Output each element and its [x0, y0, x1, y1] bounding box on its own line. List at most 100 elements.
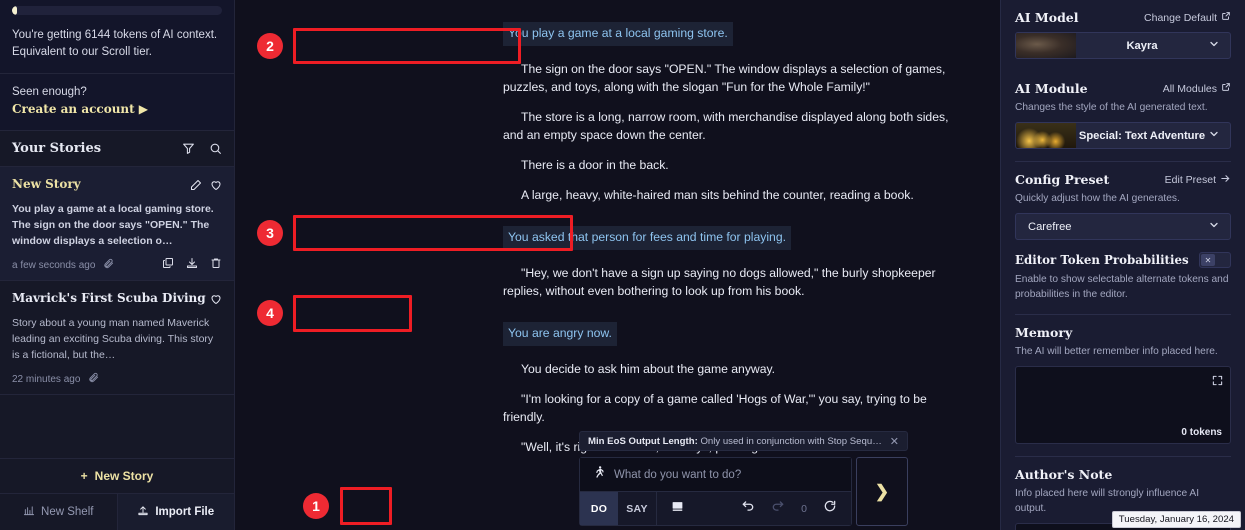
token-probs-desc: Enable to show selectable alternate toke… — [1015, 274, 1229, 300]
config-preset-select[interactable]: Carefree — [1015, 213, 1231, 240]
editor-toolbar: DO SAY 0 — [580, 491, 851, 525]
story-title: Mavrick's First Scuba Diving — [12, 291, 206, 305]
edit-preset-link[interactable]: Edit Preset — [1165, 173, 1231, 187]
memory-desc: The AI will better remember info placed … — [1015, 346, 1218, 357]
create-account-link[interactable]: Create an account ▶ — [12, 102, 222, 116]
seen-enough-box: Seen enough? Create an account ▶ — [0, 74, 234, 131]
story-input[interactable]: What do you want to do? — [614, 469, 741, 481]
heart-icon[interactable] — [210, 178, 222, 196]
context-progress-bar — [12, 6, 222, 15]
context-progress-fill — [12, 6, 18, 15]
date-tooltip: Tuesday, January 16, 2024 — [1111, 511, 1241, 528]
story-paragraph: You decide to ask him about the game any… — [521, 362, 776, 376]
do-mode-button[interactable]: DO — [580, 492, 618, 525]
story-title: New Story — [12, 177, 81, 191]
heart-icon[interactable] — [210, 292, 222, 310]
import-file-button[interactable]: Import File — [116, 494, 234, 530]
new-shelf-label: New Shelf — [41, 506, 94, 518]
retry-count: 0 — [801, 502, 807, 515]
ai-module-title: AI Module — [1015, 81, 1088, 96]
play-arrow-icon: ▶ — [138, 102, 148, 116]
edit-preset-label: Edit Preset — [1164, 173, 1216, 186]
ai-model-title: AI Model — [1015, 10, 1079, 25]
token-probs-toggle[interactable]: ✕ — [1199, 252, 1231, 268]
paperclip-icon[interactable] — [88, 370, 99, 388]
command-block-3[interactable]: You are angry now. — [503, 322, 956, 346]
story-timestamp: 22 minutes ago — [12, 373, 81, 385]
paperclip-icon[interactable] — [103, 256, 114, 274]
tooltip-body: Only used in conjunction with Stop Seque… — [700, 435, 881, 447]
story-snippet: You play a game at a local gaming store.… — [12, 203, 214, 247]
plus-icon: + — [80, 469, 88, 483]
story-paragraph: "Hey, we don't have a sign up saying no … — [503, 266, 936, 298]
new-shelf-button[interactable]: New Shelf — [0, 494, 117, 530]
tooltip-text: Min EoS Output Length: Only used in conj… — [588, 436, 882, 447]
book-icon[interactable] — [671, 500, 684, 518]
filter-icon[interactable] — [182, 142, 195, 155]
model-thumbnail — [1016, 33, 1076, 58]
annotation-box-1 — [340, 487, 392, 525]
duplicate-icon[interactable] — [162, 256, 174, 274]
send-button[interactable]: ❯ — [856, 457, 908, 526]
config-preset-desc: Quickly adjust how the AI generates. — [1015, 193, 1180, 204]
input-column: What do you want to do? DO SAY 0 — [579, 457, 852, 526]
download-icon[interactable] — [186, 256, 198, 274]
ai-model-value: Kayra — [1126, 39, 1158, 52]
chevron-down-icon — [1208, 37, 1230, 55]
redo-icon[interactable] — [771, 499, 785, 518]
story-paragraph: There is a door in the back. — [521, 158, 669, 172]
all-modules-label: All Modules — [1162, 82, 1217, 95]
change-default-label: Change Default — [1144, 11, 1217, 24]
tooltip-bar: Min EoS Output Length: Only used in conj… — [579, 431, 908, 451]
left-sidebar: You're getting 6144 tokens of AI context… — [0, 0, 235, 530]
config-preset-value: Carefree — [1028, 220, 1072, 233]
story-paragraph: The sign on the door says "OPEN." The wi… — [503, 62, 946, 94]
config-preset-section: Config Preset Edit Preset Quickly adjust… — [1015, 162, 1231, 315]
module-thumbnail — [1016, 123, 1076, 148]
ai-model-select[interactable]: Kayra — [1015, 32, 1231, 59]
arrow-right-icon — [1220, 173, 1231, 187]
trial-status-box: You're getting 6144 tokens of AI context… — [0, 0, 234, 74]
your-stories-header: Your Stories — [0, 131, 234, 167]
external-link-icon — [1221, 82, 1231, 95]
trash-icon[interactable] — [210, 256, 222, 274]
memory-token-count: 0 tokens — [1181, 427, 1222, 438]
story-timestamp: a few seconds ago — [12, 259, 96, 271]
trial-text: You're getting 6144 tokens of AI context… — [12, 27, 222, 61]
chevron-down-icon — [1208, 218, 1230, 236]
ai-module-section: AI Module All Modules Changes the style … — [1015, 71, 1231, 162]
story-input-row[interactable]: What do you want to do? — [580, 458, 851, 491]
undo-icon[interactable] — [741, 499, 755, 518]
list-item[interactable]: Mavrick's First Scuba Diving Story about… — [0, 281, 234, 395]
list-item[interactable]: New Story You play a game at a local gam… — [0, 167, 234, 281]
story-paragraph: "I'm looking for a copy of a game called… — [503, 392, 927, 424]
expand-icon[interactable] — [1212, 373, 1223, 391]
external-link-icon — [1221, 11, 1231, 24]
say-mode-button[interactable]: SAY — [618, 492, 656, 525]
all-modules-link[interactable]: All Modules — [1163, 82, 1231, 95]
your-stories-title: Your Stories — [12, 141, 102, 156]
change-default-link[interactable]: Change Default — [1144, 11, 1231, 24]
new-story-button[interactable]: + New Story — [0, 458, 234, 494]
ai-model-section: AI Model Change Default Kayra — [1015, 0, 1231, 71]
trial-line-1: You're getting 6144 tokens of AI context… — [12, 29, 218, 41]
memory-title: Memory — [1015, 325, 1073, 340]
command-block-2[interactable]: You asked that person for fees and time … — [503, 226, 956, 250]
search-icon[interactable] — [209, 142, 222, 155]
story-paragraph: The store is a long, narrow room, with m… — [503, 110, 949, 142]
import-icon — [137, 505, 149, 519]
pencil-icon[interactable] — [190, 178, 202, 196]
toggle-knob: ✕ — [1201, 254, 1215, 266]
close-icon[interactable]: ✕ — [882, 435, 899, 448]
ai-module-select[interactable]: Special: Text Adventure — [1015, 122, 1231, 149]
tooltip-label: Min EoS Output Length: — [588, 435, 698, 447]
command-text: You asked that person for fees and time … — [503, 226, 792, 250]
command-block-1[interactable]: You play a game at a local gaming store. — [503, 22, 956, 46]
authors-note-title: Author's Note — [1015, 467, 1113, 482]
memory-textarea[interactable]: 0 tokens — [1015, 366, 1231, 444]
trial-line-2: Equivalent to our Scroll tier. — [12, 46, 152, 58]
ai-module-value: Special: Text Adventure — [1078, 129, 1206, 142]
story-text-editor[interactable]: You play a game at a local gaming store.… — [235, 0, 1000, 454]
retry-icon[interactable] — [823, 499, 837, 518]
